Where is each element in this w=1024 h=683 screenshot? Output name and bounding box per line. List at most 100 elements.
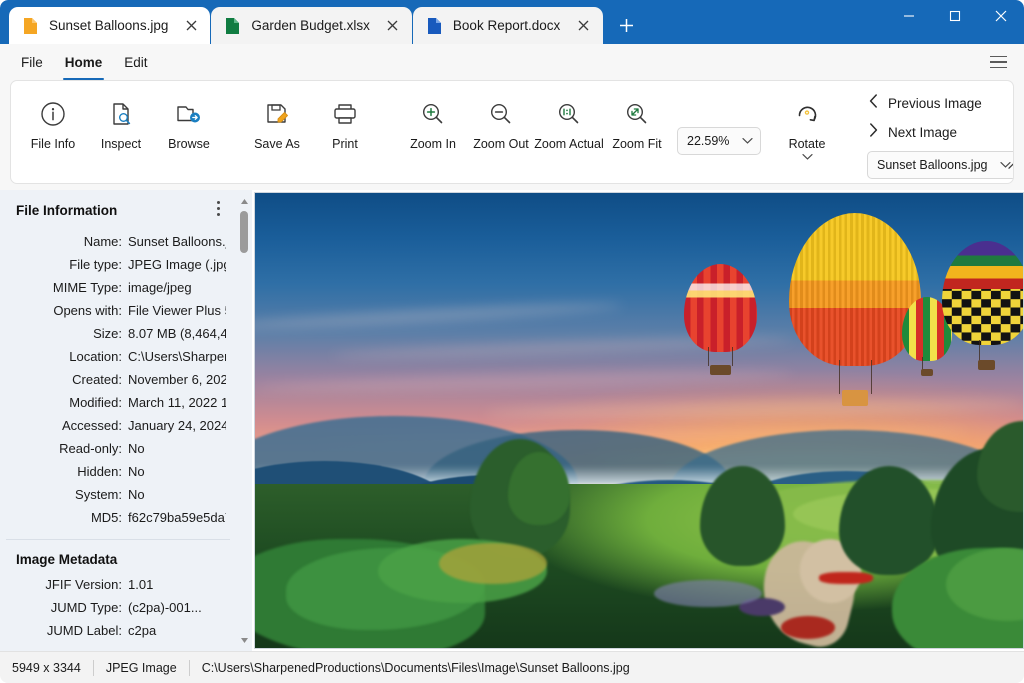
ribbon-button-label: Zoom In: [410, 137, 456, 151]
ribbon-button-label: Zoom Out: [473, 137, 529, 151]
zoom-out-button[interactable]: Zoom Out: [467, 91, 535, 151]
application-window: Sunset Balloons.jpg Garden Budget.xlsx B…: [0, 0, 1024, 683]
status-file-type: JPEG Image: [105, 660, 177, 675]
jpg-file-icon: [23, 17, 38, 35]
info-row: System: No: [8, 483, 228, 506]
info-value: (c2pa)-001...: [128, 600, 202, 615]
tab-sunset-balloons[interactable]: Sunset Balloons.jpg: [9, 7, 211, 44]
tab-book-report[interactable]: Book Report.docx: [412, 7, 603, 44]
tab-garden-budget[interactable]: Garden Budget.xlsx: [211, 7, 412, 44]
scroll-down-arrow-icon[interactable]: [236, 632, 252, 648]
scrollbar-thumb[interactable]: [240, 211, 248, 253]
balloon-rope: [870, 359, 872, 394]
chevron-down-icon[interactable]: [801, 153, 813, 161]
scrollbar-track[interactable]: [236, 209, 252, 632]
info-row: Location: C:\Users\Sharpene...: [8, 345, 228, 368]
main-content-area: File Information Name: Sunset Balloons.j…: [0, 190, 1024, 651]
displayed-image[interactable]: [254, 192, 1024, 649]
zoom-fit-icon: [622, 97, 652, 131]
flower-bed-lavender: [654, 579, 762, 608]
previous-image-button[interactable]: Previous Image: [867, 91, 1013, 115]
chevron-left-icon: [869, 93, 878, 113]
hamburger-menu-icon[interactable]: [982, 47, 1014, 77]
info-key: JUMD Type:: [50, 600, 122, 615]
rotate-button[interactable]: Rotate: [773, 91, 841, 161]
info-row: Size: 8.07 MB (8,464,45...: [8, 322, 228, 345]
info-key: Opens with:: [53, 303, 122, 318]
next-image-button[interactable]: Next Image: [867, 120, 1013, 144]
file-info-button[interactable]: File Info: [19, 91, 87, 151]
tropical-foliage-yellow: [439, 543, 547, 585]
flower-bed-red: [781, 616, 835, 639]
scroll-up-arrow-icon[interactable]: [236, 193, 252, 209]
close-icon[interactable]: [978, 0, 1024, 32]
info-key: System:: [75, 487, 122, 502]
info-row: File type: JPEG Image (.jpg): [8, 253, 228, 276]
tab-close-button[interactable]: [571, 13, 597, 39]
menu-item-label: File: [21, 54, 43, 70]
file-information-sidebar: File Information Name: Sunset Balloons.j…: [0, 190, 252, 651]
folder-arrow-icon: [174, 97, 204, 131]
ribbon-collapse-button[interactable]: [1001, 153, 1013, 177]
image-file-combobox[interactable]: Sunset Balloons.jpg: [867, 151, 1013, 179]
balloon-basket: [841, 389, 868, 406]
info-row: Created: November 6, 2023...: [8, 368, 228, 391]
ribbon-button-label: Browse: [168, 137, 210, 151]
info-value: f62c79ba59e5da7...: [128, 510, 226, 525]
save-as-button[interactable]: Save As: [243, 91, 311, 151]
image-viewer[interactable]: [252, 190, 1024, 651]
info-key: Read-only:: [59, 441, 122, 456]
tab-close-button[interactable]: [380, 13, 406, 39]
zoom-in-button[interactable]: Zoom In: [399, 91, 467, 151]
menu-item-home[interactable]: Home: [54, 44, 114, 80]
tab-label: Book Report.docx: [452, 18, 561, 33]
balloon-rope: [707, 346, 709, 366]
zoom-in-icon: [418, 97, 448, 131]
panel-title: Image Metadata: [16, 552, 118, 567]
ribbon-group-file: File Info Inspect Browse: [11, 81, 231, 183]
ribbon-button-label: Print: [332, 137, 358, 151]
print-button[interactable]: Print: [311, 91, 379, 151]
info-row: MD5: f62c79ba59e5da7...: [8, 506, 228, 529]
tab-close-button[interactable]: [178, 13, 204, 39]
ribbon-group-navigation: Previous Image Next Image Sunset Balloon…: [853, 81, 1013, 183]
tab-label: Garden Budget.xlsx: [251, 18, 370, 33]
menu-item-file[interactable]: File: [10, 44, 54, 80]
info-key: File type:: [69, 257, 122, 272]
menu-item-label: Edit: [124, 54, 148, 70]
rotate-icon: [792, 97, 822, 131]
info-value: 1.01: [128, 577, 154, 592]
info-row: JFIF Version: 1.01: [8, 573, 228, 596]
save-pencil-icon: [262, 97, 292, 131]
panel-image-metadata: Image Metadata JFIF Version: 1.01 JUMD T…: [0, 540, 236, 642]
zoom-fit-button[interactable]: Zoom Fit: [603, 91, 671, 151]
panel-title: File Information: [16, 203, 118, 218]
info-key: Name:: [83, 234, 122, 249]
more-options-icon[interactable]: [213, 199, 224, 218]
zoom-actual-button[interactable]: Zoom Actual: [534, 91, 604, 151]
title-bar: Sunset Balloons.jpg Garden Budget.xlsx B…: [0, 0, 1024, 44]
menu-item-edit[interactable]: Edit: [113, 44, 158, 80]
info-key: Hidden:: [77, 464, 122, 479]
zoom-actual-icon: [554, 97, 584, 131]
new-tab-button[interactable]: [612, 10, 642, 40]
balloon-envelope: [942, 240, 1023, 345]
panel-file-information: File Information Name: Sunset Balloons.j…: [0, 200, 236, 529]
menu-item-label: Home: [64, 54, 103, 70]
info-key: Accessed:: [62, 418, 122, 433]
status-divider: [92, 659, 94, 676]
inspect-button[interactable]: Inspect: [87, 91, 155, 151]
maximize-icon[interactable]: [932, 0, 978, 32]
browse-button[interactable]: Browse: [155, 91, 223, 151]
info-key: Location:: [69, 349, 122, 364]
minimize-icon[interactable]: [886, 0, 932, 32]
ribbon-button-label: Save As: [254, 137, 300, 151]
ribbon-group-output: Save As Print: [235, 81, 387, 183]
info-key: Modified:: [69, 395, 122, 410]
sidebar-scrollbar[interactable]: [236, 190, 252, 651]
balloon-checkered: [942, 240, 1023, 378]
info-key: MIME Type:: [52, 280, 122, 295]
balloon-envelope: [683, 263, 758, 352]
info-row: JUMD Type: (c2pa)-001...: [8, 596, 228, 619]
zoom-level-combobox[interactable]: 22.59%: [677, 127, 761, 155]
